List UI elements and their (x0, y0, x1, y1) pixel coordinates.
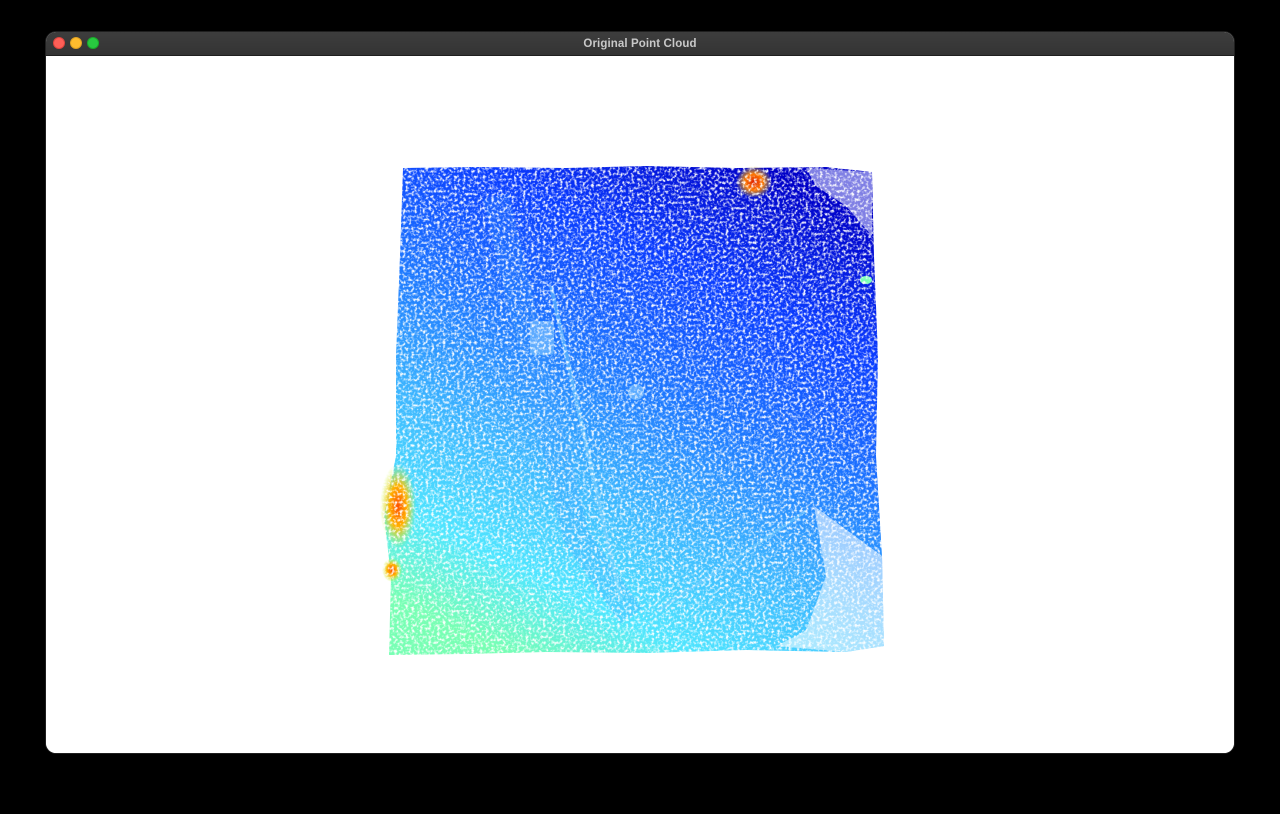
window-title: Original Point Cloud (583, 37, 697, 50)
sparse-point-gaps (46, 56, 1234, 753)
point-cloud-canvas[interactable] (46, 56, 1234, 753)
app-window: Original Point Cloud (46, 32, 1234, 753)
window-controls (53, 37, 99, 49)
point-cloud (46, 56, 1234, 753)
title-bar[interactable]: Original Point Cloud (46, 32, 1234, 56)
minimize-icon[interactable] (70, 37, 82, 49)
maximize-icon[interactable] (87, 37, 99, 49)
point-cloud-viewport[interactable] (46, 56, 1234, 753)
close-icon[interactable] (53, 37, 65, 49)
